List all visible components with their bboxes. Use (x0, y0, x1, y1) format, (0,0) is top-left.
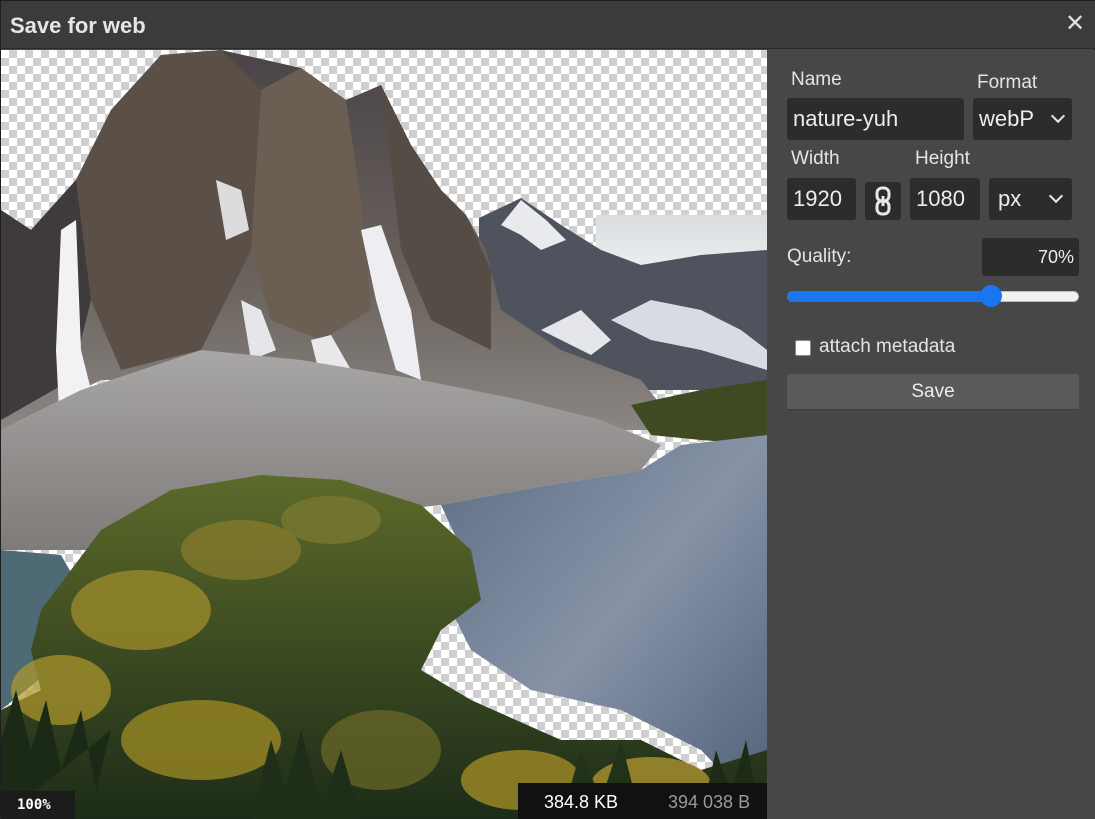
format-value: webP (979, 106, 1035, 131)
save-for-web-dialog: Save for web ✕ 100% 384.8 KB 394 038 B N… (0, 0, 1095, 819)
quality-slider[interactable] (787, 284, 1079, 308)
chevron-down-icon (1050, 108, 1066, 124)
unit-select[interactable]: px (989, 178, 1072, 220)
attach-metadata-label: attach metadata (819, 336, 956, 357)
unit-value: px (998, 186, 1022, 211)
slider-fill (787, 291, 991, 302)
name-label: Name (791, 69, 842, 90)
width-input[interactable]: 1920 (787, 178, 856, 220)
quality-input[interactable]: 70% (982, 238, 1079, 276)
height-label: Height (915, 148, 970, 169)
chain-link-icon (875, 186, 891, 216)
landscape-image (1, 50, 767, 819)
quality-label: Quality: (787, 246, 852, 267)
title-bar: Save for web ✕ (1, 1, 1095, 49)
width-label: Width (791, 148, 840, 169)
height-input[interactable]: 1080 (910, 178, 980, 220)
file-size-bytes: 394 038 B (668, 792, 751, 812)
zoom-level: 100% (1, 791, 75, 819)
format-label: Format (977, 72, 1038, 93)
attach-metadata-checkbox[interactable] (795, 340, 811, 356)
name-input[interactable]: nature-yuh (787, 98, 964, 140)
save-button[interactable]: Save (787, 374, 1079, 410)
image-preview[interactable]: 100% 384.8 KB 394 038 B (1, 50, 767, 819)
file-size-badge: 384.8 KB 394 038 B (518, 783, 767, 819)
export-settings-panel: Name nature-yuh Format webP Width Height… (767, 50, 1095, 819)
slider-thumb[interactable] (980, 285, 1002, 307)
format-select[interactable]: webP (973, 98, 1072, 140)
file-size-kb: 384.8 KB (544, 792, 619, 812)
dialog-title: Save for web (10, 13, 146, 38)
link-dimensions-button[interactable] (865, 182, 901, 220)
chevron-down-icon (1048, 188, 1064, 204)
close-icon[interactable]: ✕ (1064, 12, 1086, 36)
